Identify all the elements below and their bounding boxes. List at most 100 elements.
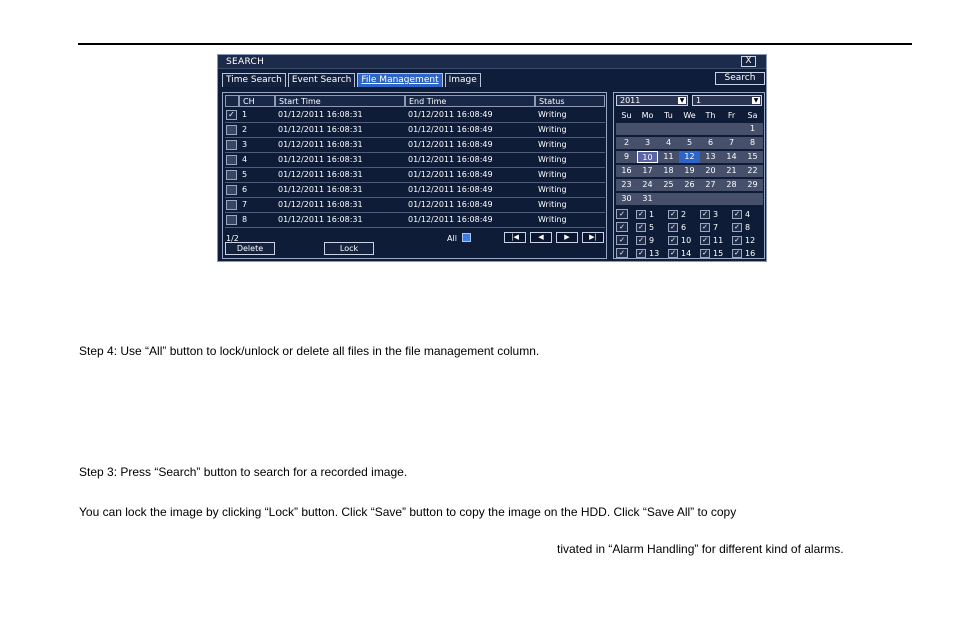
tab-time-search[interactable]: Time Search [222,73,286,87]
row-checkbox[interactable] [226,170,237,180]
check-icon: ✓ [636,236,646,245]
channel-checkbox[interactable]: ✓ 15 [700,248,732,260]
row-checkbox[interactable] [226,185,237,195]
chevron-down-icon: ▼ [752,97,760,104]
calendar-day[interactable]: 15 [742,151,763,163]
cell-status: Writing [538,140,567,149]
calendar-day[interactable]: 10 [637,151,658,163]
prev-page-button[interactable]: ◀ [530,232,552,243]
calendar-day[interactable]: 30 [616,193,637,205]
channel-checkbox[interactable]: ✓ 16 [732,248,764,260]
channel-checkbox[interactable]: ✓ 7 [700,222,732,234]
calendar-day[interactable]: 28 [721,179,742,191]
cell-start-time: 01/12/2011 16:08:31 [278,215,363,224]
calendar-day[interactable]: 19 [679,165,700,177]
calendar-day[interactable]: 21 [721,165,742,177]
calendar-day[interactable]: 23 [616,179,637,191]
table-row[interactable]: 6 01/12/2011 16:08:31 01/12/2011 16:08:49 W… [225,183,605,198]
calendar-day[interactable]: 8 [742,137,763,149]
table-row[interactable]: 5 01/12/2011 16:08:31 01/12/2011 16:08:49 W… [225,168,605,183]
calendar-day[interactable]: 13 [700,151,721,163]
weekday-label: We [683,111,696,120]
table-row[interactable]: ✓ 1 01/12/2011 16:08:31 01/12/2011 16:08:49… [225,108,605,123]
month-select[interactable]: 1 ▼ [692,95,762,106]
check-icon: ✓ [668,210,678,219]
weekday-label: Su [621,111,632,120]
channel-checkbox[interactable]: ✓ 1 [636,209,668,221]
year-select[interactable]: 2011 ▼ [616,95,688,106]
table-row[interactable]: 2 01/12/2011 16:08:31 01/12/2011 16:08:49 W… [225,123,605,138]
calendar-day[interactable]: 24 [637,179,658,191]
row-checkbox[interactable] [226,155,237,165]
calendar-day[interactable]: 4 [658,137,679,149]
all-checkbox[interactable] [462,233,471,242]
channel-checkbox[interactable]: ✓ 3 [700,209,732,221]
calendar-day[interactable]: 16 [616,165,637,177]
row-select-all-checkbox[interactable]: ✓ [616,235,628,245]
calendar-day[interactable]: 9 [616,151,637,163]
channel-label: 1 [649,210,655,219]
channel-checkbox[interactable]: ✓ 8 [732,222,764,234]
calendar-day[interactable]: 12 [679,151,700,163]
close-button[interactable]: X [741,56,756,67]
table-row[interactable]: 7 01/12/2011 16:08:31 01/12/2011 16:08:49 W… [225,198,605,213]
calendar-day[interactable]: 18 [658,165,679,177]
channel-checkbox[interactable]: ✓ 12 [732,235,764,247]
last-page-button[interactable]: ▶| [582,232,604,243]
weekday-label: Fr [727,111,736,120]
calendar-day[interactable]: 2 [616,137,637,149]
calendar-day[interactable]: 3 [637,137,658,149]
weekday-label: Sa [747,111,758,120]
lock-instructions-text: You can lock the image by clicking “Lock… [79,505,737,519]
lock-button[interactable]: Lock [324,242,374,255]
calendar-day[interactable]: 6 [700,137,721,149]
calendar-day[interactable]: 27 [700,179,721,191]
row-checkbox[interactable] [226,200,237,210]
calendar-day[interactable]: 7 [721,137,742,149]
calendar-day[interactable]: 17 [637,165,658,177]
file-table: CH Start Time End Time Status ✓ 1 01/12/20… [225,95,605,229]
row-checkbox[interactable]: ✓ [226,110,237,120]
cell-start-time: 01/12/2011 16:08:31 [278,200,363,209]
tab-file-management[interactable]: File Management [357,73,443,87]
row-select-all-checkbox[interactable]: ✓ [616,248,628,258]
row-checkbox[interactable] [226,140,237,150]
channel-checkbox[interactable]: ✓ 9 [636,235,668,247]
delete-button[interactable]: Delete [225,242,275,255]
calendar-day[interactable]: 29 [742,179,763,191]
row-checkbox[interactable] [226,125,237,135]
calendar-day[interactable]: 31 [637,193,658,205]
first-page-button[interactable]: |◀ [504,232,526,243]
channel-checkbox[interactable]: ✓ 4 [732,209,764,221]
header-status: Status [535,95,605,107]
calendar-day[interactable]: 11 [658,151,679,163]
row-select-all-checkbox[interactable]: ✓ [616,222,628,232]
channel-checkbox[interactable]: ✓ 14 [668,248,700,260]
tab-event-search[interactable]: Event Search [287,73,356,87]
channel-checkbox[interactable]: ✓ 5 [636,222,668,234]
calendar-day[interactable]: 22 [742,165,763,177]
calendar-day[interactable]: 14 [721,151,742,163]
cell-start-time: 01/12/2011 16:08:31 [278,155,363,164]
next-page-button[interactable]: ▶ [556,232,578,243]
calendar-blank-cell [616,123,637,135]
calendar-day[interactable]: 26 [679,179,700,191]
calendar-day[interactable]: 20 [700,165,721,177]
channel-checkbox[interactable]: ✓ 10 [668,235,700,247]
row-select-all-checkbox[interactable]: ✓ [616,209,628,219]
calendar-day[interactable]: 1 [742,123,763,135]
row-checkbox[interactable] [226,215,237,225]
channel-checkbox[interactable]: ✓ 13 [636,248,668,260]
calendar-day[interactable]: 25 [658,179,679,191]
search-button[interactable]: Search [715,72,765,85]
table-row[interactable]: 8 01/12/2011 16:08:31 01/12/2011 16:08:49 W… [225,213,605,228]
check-icon: ✓ [732,236,742,245]
header-rule [78,43,912,45]
table-row[interactable]: 4 01/12/2011 16:08:31 01/12/2011 16:08:49 W… [225,153,605,168]
channel-checkbox[interactable]: ✓ 2 [668,209,700,221]
tab-image[interactable]: Image [444,73,481,87]
table-row[interactable]: 3 01/12/2011 16:08:31 01/12/2011 16:08:49 W… [225,138,605,153]
channel-checkbox[interactable]: ✓ 11 [700,235,732,247]
calendar-day[interactable]: 5 [679,137,700,149]
channel-checkbox[interactable]: ✓ 6 [668,222,700,234]
